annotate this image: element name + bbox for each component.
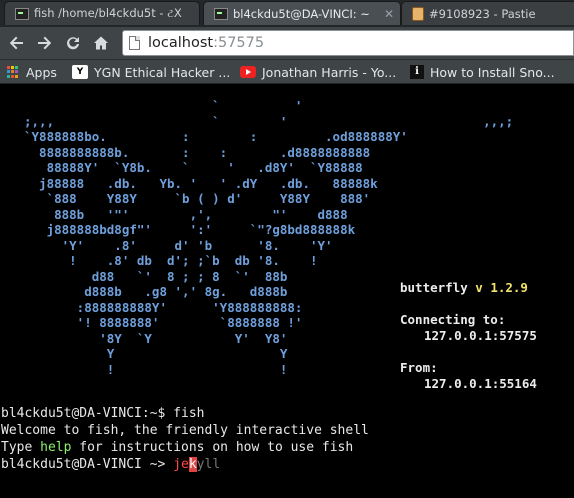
bookmark-apps[interactable]: Apps [7,63,57,81]
ascii-art-line: j888888bd8gf"' ':' `"?g8bd888888k [24,222,356,237]
forward-arrow-icon [38,36,52,50]
home-button[interactable] [89,31,113,55]
shell-line-prompt: bl4ckdu5t@DA-VINCI:~$ fish [1,406,205,421]
forward-button[interactable] [32,31,56,55]
shell-line-welcome: Welcome to fish, the friendly interactiv… [1,423,369,438]
from-address: 127.0.0.1:55164 [424,376,537,391]
terminal-favicon-icon [214,7,228,20]
youtube-icon [240,66,256,78]
terminal-viewport[interactable]: ` ';,,, ` ' ,,,; `Y888888bo. : : .od88888… [0,84,574,498]
tab-strip: fish /home/bl4ckdu5t - ટX bl4ckdu5t@DA-V… [0,0,574,27]
close-tab-icon[interactable]: ✕ [384,7,394,21]
autosuggestion: yll [196,457,221,472]
ygn-favicon-icon: Y [72,65,88,79]
ascii-art-line: j88888 .db. Yb. ' ' .dY .db. 88888k [24,175,378,191]
text-cursor: k [188,457,197,472]
from-label: From: [400,360,438,375]
app-name: butterfly [400,280,468,295]
navigation-toolbar: localhost:57575 [0,27,574,60]
info-icon: i [410,65,424,79]
bookmark-label: YGN Ethical Hacker ... [94,64,231,80]
bookmark-ygn[interactable]: Y YGN Ethical Hacker ... [72,63,230,81]
apps-grid-icon [7,65,20,79]
address-bar[interactable]: localhost:57575 [122,30,574,56]
help-text-pre: Type [1,440,41,455]
ascii-art-line: 'Y' .8' d' 'b '8. 'Y' [24,237,333,253]
bookmark-label: Jonathan Harris - Yo... [262,64,397,80]
tab-fish-terminal[interactable]: fish /home/bl4ckdu5t - ટX [4,1,200,25]
back-arrow-icon [9,36,23,50]
back-button[interactable] [5,31,29,55]
reload-icon [67,37,79,50]
tab-label: fish /home/bl4ckdu5t - ટX [34,6,182,20]
tab-label: #9108923 - Pastie [429,6,536,21]
ascii-art-line: ! .8' db d'; ;`b db '8. ! [24,253,318,268]
ascii-art-line: ;,,, ` ' ,,,; [24,113,514,129]
tab-butterfly-terminal[interactable]: bl4ckdu5t@DA-VINCI: ~ ✕ [203,1,401,25]
url-host: localhost [148,35,214,51]
connecting-label: Connecting to: [400,312,506,327]
tab-pastie[interactable]: #9108923 - Pastie [401,1,574,25]
shell-output: bl4ckdu5t@DA-VINCI:~$ fish Welcome to fis… [1,405,369,473]
shell-line-help: Type help for instructions on how to use… [1,439,369,456]
ascii-art-line: `Y888888bo. : : .od888888Y' [24,129,408,144]
bookmark-label: Apps [26,64,57,80]
ascii-art-line: ! ! [24,361,288,377]
shell-prompt: bl4ckdu5t@DA-VINCI ~> [1,457,174,472]
home-icon [94,36,108,50]
ascii-art-line: Y Y [24,346,288,361]
bookmark-label: How to Install Sno... [430,64,555,80]
ascii-art-line: 88888Y' `Y8b. ` ' .d8Y' `Y88888 [24,160,363,175]
page-icon [129,36,140,50]
typed-command: je [173,457,189,472]
terminal-favicon-icon [15,7,29,20]
help-text-post: for instructions on how to use fish [71,440,354,455]
ascii-art-line: 8888888888b. : : .d8888888888 [24,144,371,160]
help-command: help [40,440,72,455]
app-version: v 1.2.9 [475,280,528,295]
bookmarks-bar: Apps Y YGN Ethical Hacker ... Jonathan H… [0,60,574,84]
ascii-art-line: `888 Y88Y `b ( ) d' Y88Y 888' [24,191,371,206]
ascii-art-line: ` ' [24,98,303,113]
shell-input-line[interactable]: bl4ckdu5t@DA-VINCI ~> jekyll [1,456,369,473]
bookmark-how-to-install[interactable]: i How to Install Sno... [410,63,555,81]
app-version-line: butterfly v 1.2.9 [400,280,528,296]
bookmark-jonathan-harris[interactable]: Jonathan Harris - Yo... [240,63,396,81]
url-port: :57575 [213,35,265,51]
reload-button[interactable] [61,31,85,55]
pastie-favicon-icon [412,6,424,21]
tab-label: bl4ckdu5t@DA-VINCI: ~ [233,6,370,21]
connecting-address: 127.0.0.1:57575 [424,328,537,343]
ascii-art-line: 888b '"' ,', "' d888 [24,206,348,222]
